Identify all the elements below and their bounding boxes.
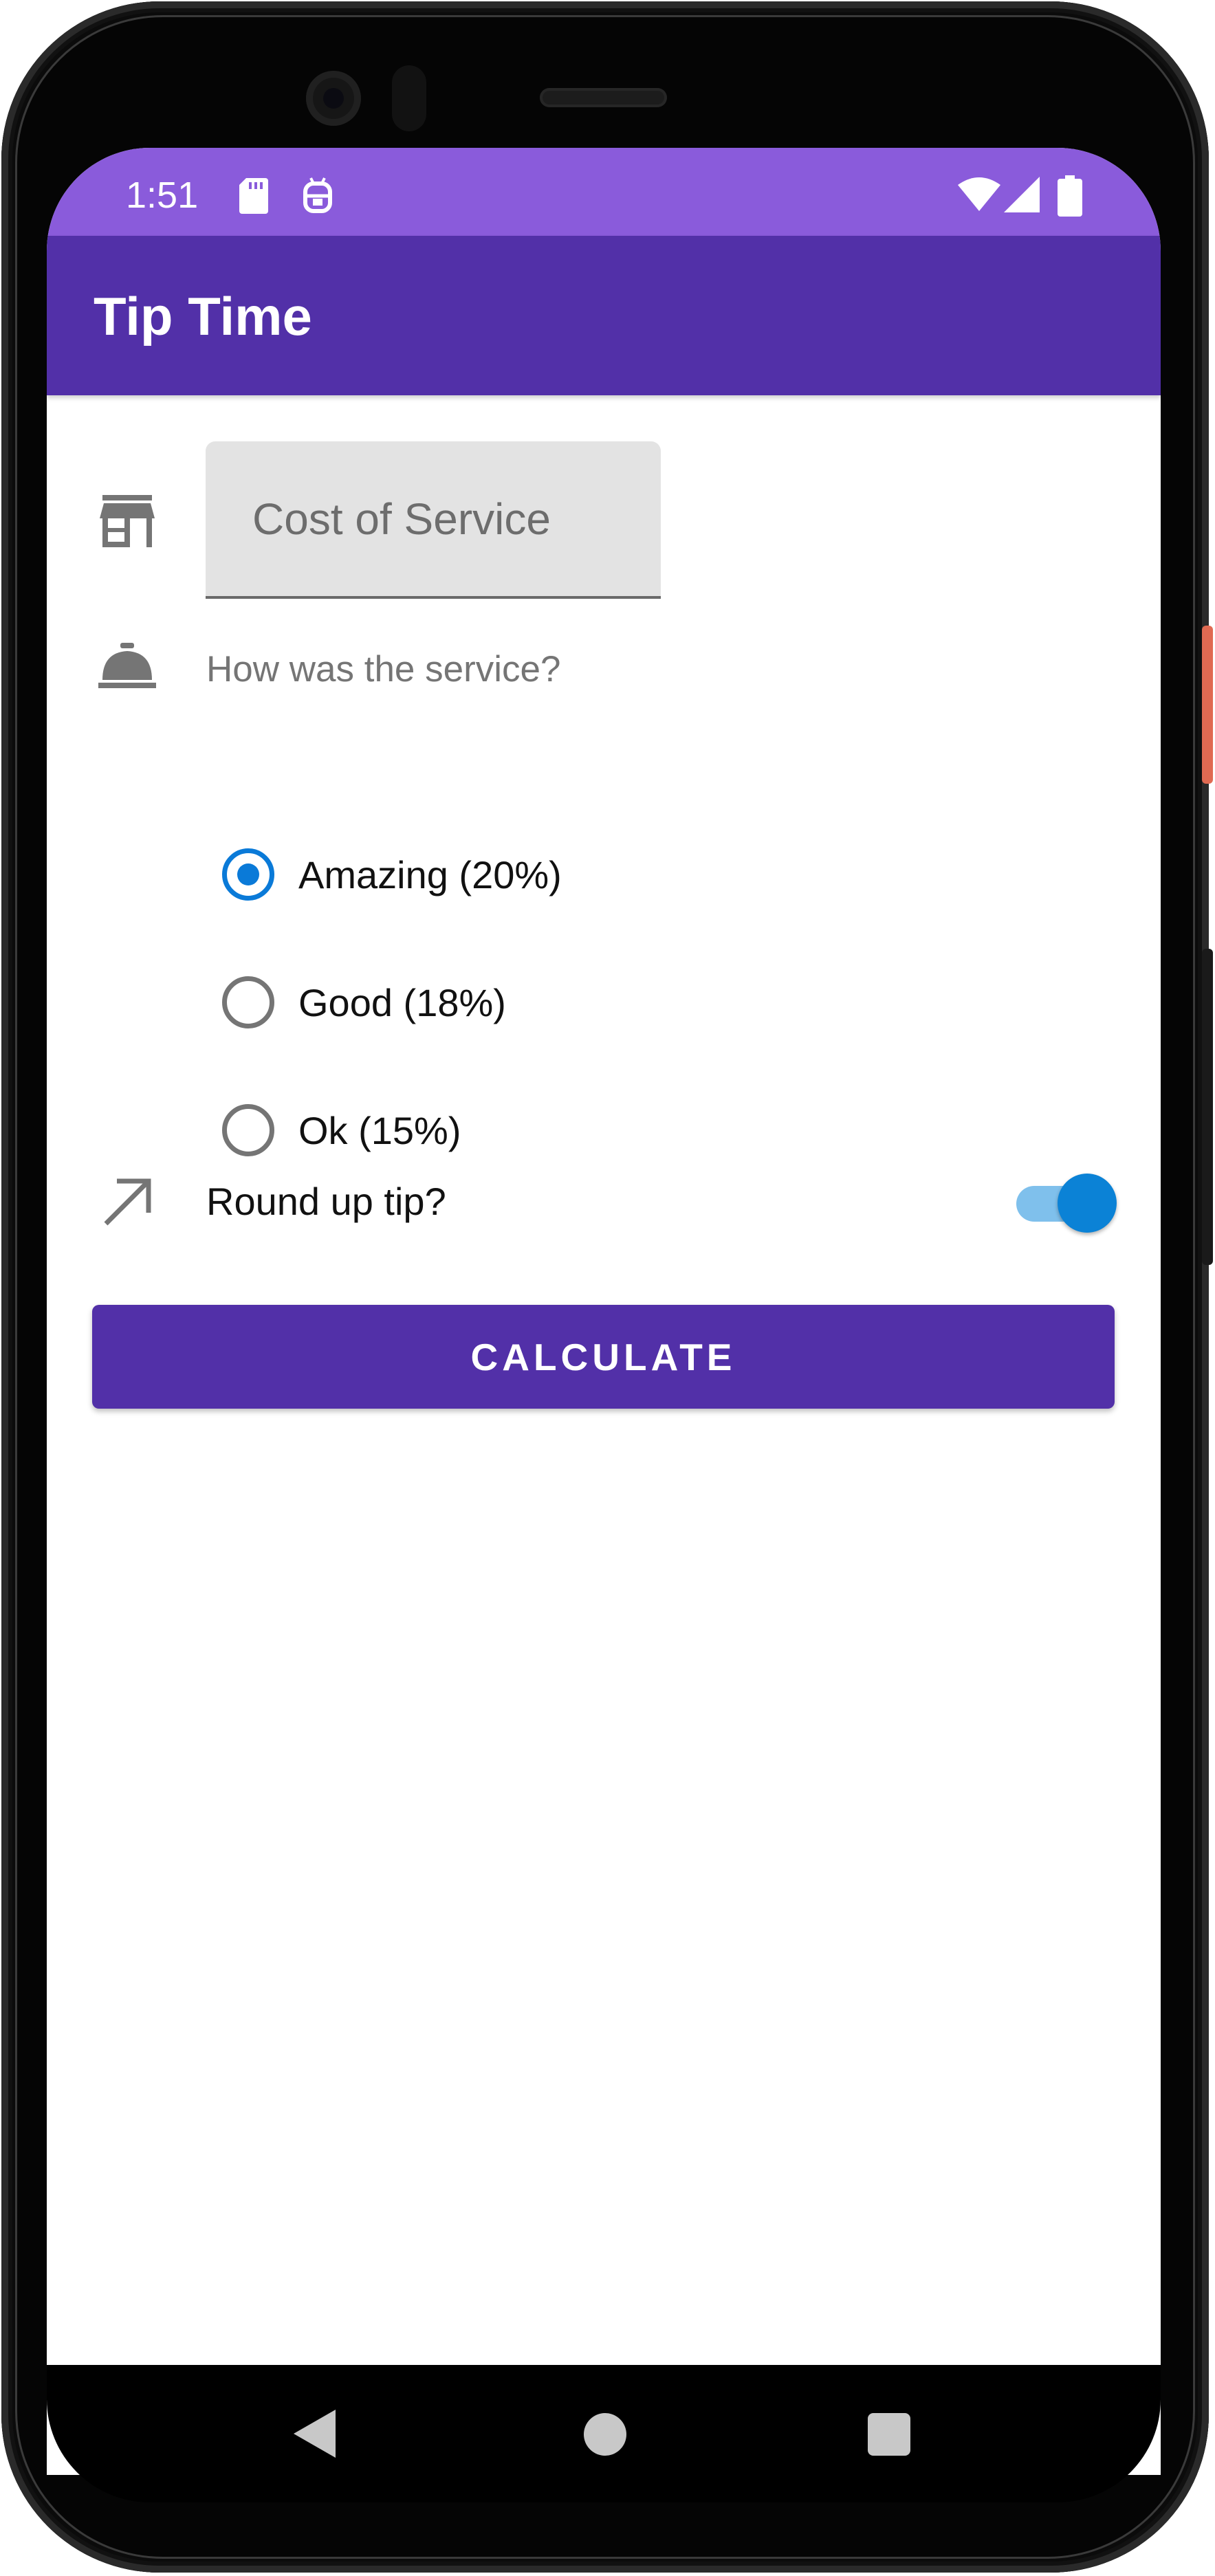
calculate-button-label: CALCULATE xyxy=(470,1335,736,1378)
round-up-tip-label: Round up tip? xyxy=(206,1180,446,1223)
app-bar: Tip Time xyxy=(47,236,1161,395)
radio-label-ok: Ok (15%) xyxy=(298,1109,461,1152)
recents-icon[interactable] xyxy=(868,2413,910,2456)
volume-button xyxy=(1202,949,1213,1265)
calculate-button[interactable]: CALCULATE xyxy=(92,1305,1115,1409)
power-button xyxy=(1202,626,1213,784)
cell-signal-icon xyxy=(1004,177,1040,212)
proximity-sensor xyxy=(392,65,426,131)
service-question-label: How was the service? xyxy=(206,649,561,690)
radio-button[interactable] xyxy=(222,976,274,1028)
storefront-icon xyxy=(100,495,155,547)
cost-of-service-field[interactable] xyxy=(206,441,661,599)
android-debug-icon xyxy=(303,177,332,213)
device-screen: 1:51 Tip Time Cost of Service How was th… xyxy=(47,148,1161,2475)
radio-selected-dot xyxy=(237,863,259,885)
room-service-bell-icon xyxy=(98,643,156,688)
radio-button-selected[interactable] xyxy=(222,848,274,901)
radio-option-ok[interactable]: Ok (15%) xyxy=(222,1099,703,1167)
radio-button[interactable] xyxy=(222,1104,274,1156)
status-time: 1:51 xyxy=(126,175,199,216)
back-icon[interactable] xyxy=(292,2410,337,2458)
radio-label-good: Good (18%) xyxy=(298,981,506,1024)
status-bar: 1:51 xyxy=(47,148,1161,236)
app-title: Tip Time xyxy=(94,286,312,346)
cost-of-service-input[interactable] xyxy=(206,441,661,596)
camera-lens xyxy=(323,88,344,109)
home-icon[interactable] xyxy=(584,2413,626,2456)
radio-label-amazing: Amazing (20%) xyxy=(298,853,562,896)
round-up-switch-thumb[interactable] xyxy=(1058,1174,1117,1233)
radio-option-good[interactable]: Good (18%) xyxy=(222,971,703,1039)
wifi-icon xyxy=(958,177,1000,211)
battery-icon xyxy=(1058,175,1082,217)
earpiece-speaker xyxy=(540,88,667,107)
trending-up-arrow-icon xyxy=(104,1178,151,1226)
radio-option-amazing[interactable]: Amazing (20%) xyxy=(222,843,703,912)
sd-card-icon xyxy=(239,178,268,214)
